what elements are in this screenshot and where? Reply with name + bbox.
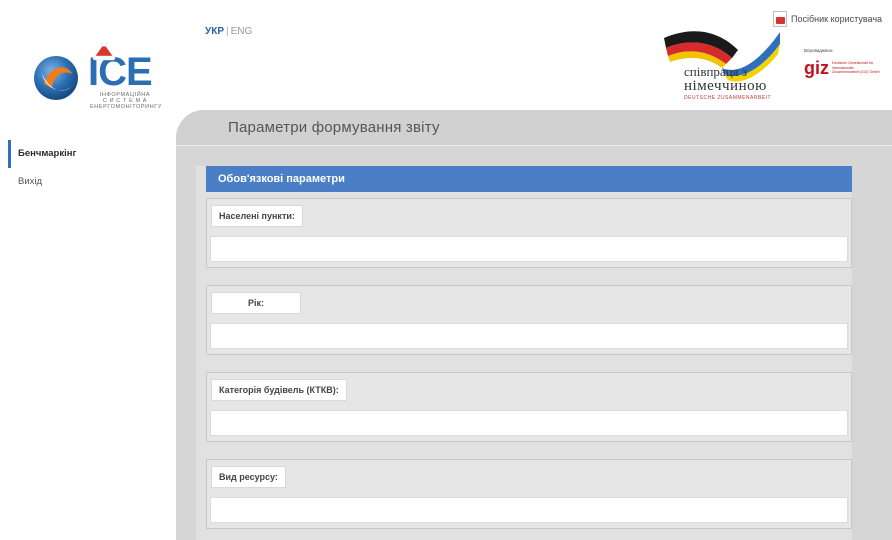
coop-line-1: співпраця з bbox=[684, 64, 748, 79]
sidebar: Бенчмаркінг Вихід bbox=[8, 140, 176, 540]
coop-line-3: DEUTSCHE ZUSAMMENARBEIT bbox=[684, 95, 772, 101]
ice-logo-icon bbox=[34, 56, 78, 100]
field-label-settlements: Населені пункти: bbox=[211, 205, 303, 227]
cooperation-germany-logo: співпраця з німеччиною DEUTSCHE ZUSAMMEN… bbox=[662, 24, 782, 124]
field-label-building-category: Категорія будівель (КТКВ): bbox=[211, 379, 347, 401]
building-category-input[interactable] bbox=[210, 410, 848, 436]
form-content: Обов'язкові параметри Населені пункти: Р… bbox=[196, 166, 852, 540]
giz-label: Впроваджено: bbox=[804, 48, 834, 53]
language-switcher: УКР | ENG bbox=[205, 26, 252, 37]
lang-ukr-link[interactable]: УКР bbox=[205, 26, 224, 37]
field-group-settlements: Населені пункти: bbox=[206, 198, 852, 268]
cooperation-text: співпраця з німеччиною DEUTSCHE ZUSAMMEN… bbox=[684, 64, 784, 102]
main-panel: Параметри формування звіту Обов'язкові п… bbox=[176, 110, 892, 540]
field-group-resource-type: Вид ресурсу: bbox=[206, 459, 852, 529]
settlements-input[interactable] bbox=[210, 236, 848, 262]
giz-logo: giz bbox=[804, 58, 829, 78]
field-label-year: Рік: bbox=[211, 292, 302, 314]
santa-hat-icon bbox=[92, 42, 116, 61]
page-title: Параметри формування звіту bbox=[228, 119, 440, 136]
logo-subtitle: ІНФОРМАЦІЙНА С И С Т Е М А ЕНЕРГОМОНІТОР… bbox=[90, 92, 162, 110]
giz-logo-block: Впроваджено: giz Deutsche Gesellschaft f… bbox=[804, 48, 884, 77]
field-group-year: Рік: bbox=[206, 285, 852, 355]
field-label-resource-type: Вид ресурсу: bbox=[211, 466, 286, 488]
section-header-required: Обов'язкові параметри bbox=[206, 166, 852, 192]
sidebar-item-benchmarking[interactable]: Бенчмаркінг bbox=[8, 140, 176, 168]
logo-subtitle-line: ЕНЕРГОМОНІТОРИНГУ bbox=[90, 104, 162, 110]
user-manual-label: Посібник користувача bbox=[791, 14, 883, 24]
resource-type-input[interactable] bbox=[210, 497, 848, 523]
sidebar-item-logout[interactable]: Вихід bbox=[8, 168, 176, 196]
lang-eng-link[interactable]: ENG bbox=[231, 26, 253, 37]
year-input[interactable] bbox=[210, 323, 848, 349]
field-group-building-category: Категорія будівель (КТКВ): bbox=[206, 372, 852, 442]
giz-text: Deutsche Gesellschaft für Internationale… bbox=[832, 61, 880, 75]
lang-separator: | bbox=[226, 26, 229, 37]
ice-logo[interactable]: ICE ІНФОРМАЦІЙНА С И С Т Е М А ЕНЕРГОМОН… bbox=[30, 42, 170, 122]
coop-line-2: німеччиною bbox=[684, 78, 767, 94]
main-title-bar: Параметри формування звіту bbox=[176, 110, 892, 146]
user-manual-link[interactable]: Посібник користувача bbox=[773, 11, 882, 27]
